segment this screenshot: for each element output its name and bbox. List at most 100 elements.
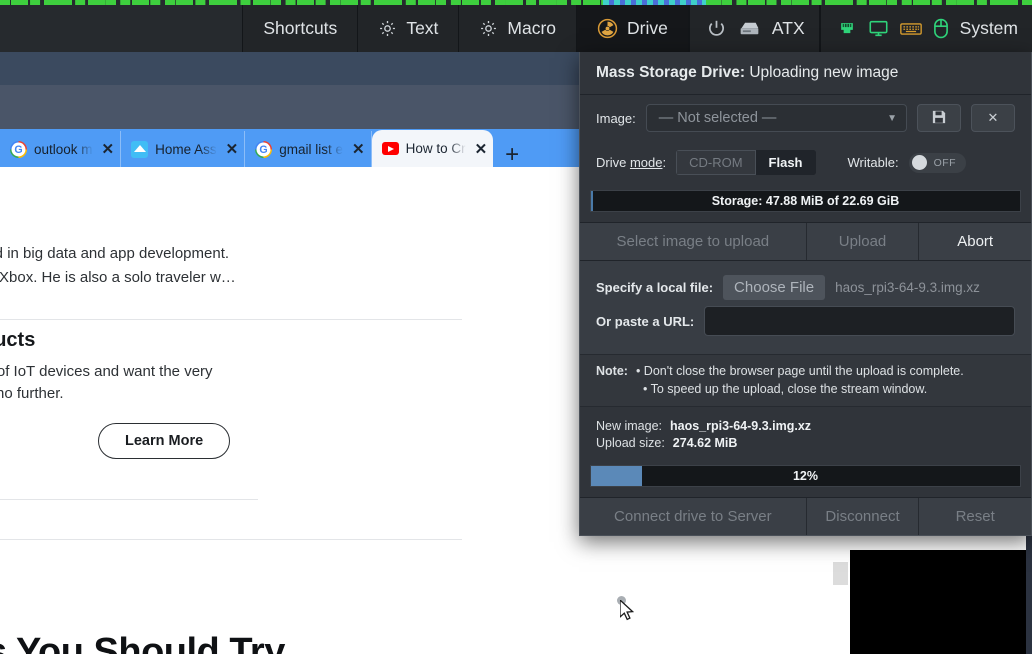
keyboard-icon	[899, 21, 922, 37]
storage-meter-wrap: Storage: 47.88 MiB of 22.69 GiB	[580, 184, 1031, 222]
gear-icon	[479, 19, 498, 38]
menu-item-macro[interactable]: Macro	[458, 5, 577, 52]
drive-mode-segmented-control: CD-ROM Flash	[676, 150, 816, 175]
select-image-to-upload-button[interactable]: Select image to upload	[580, 223, 807, 260]
gear-icon	[378, 19, 397, 38]
body-text-line-2: ok no further.	[0, 385, 64, 402]
chosen-file-name: haos_rpi3-64-9.3.img.xz	[835, 280, 980, 295]
save-image-button[interactable]	[917, 104, 961, 132]
tab-title: outlook m	[34, 141, 93, 157]
upload-size-label: Upload size:	[596, 436, 665, 450]
image-label: Image:	[596, 110, 636, 126]
network-port-icon	[837, 19, 857, 39]
url-input[interactable]	[704, 306, 1015, 336]
divider	[0, 499, 258, 500]
drive-mode-row: Drive mode: CD-ROM Flash Writable: OFF	[580, 141, 1031, 184]
connect-drive-button[interactable]: Connect drive to Server	[580, 498, 807, 535]
menu-item-shortcuts[interactable]: Shortcuts	[242, 5, 358, 52]
screen: outlook m ✕ Home Ass ✕ gmail list e ✕ Ho…	[0, 0, 1032, 654]
upload-notes: Note: • Don't close the browser page unt…	[580, 354, 1031, 407]
writable-toggle[interactable]: OFF	[908, 152, 967, 173]
browser-tab-home-assistant[interactable]: Home Ass ✕	[121, 131, 246, 167]
image-select-row: Image: — Not selected — ▼ ✕	[580, 95, 1031, 141]
learn-more-button[interactable]: Learn More	[98, 423, 231, 459]
drive-mode-cdrom-option[interactable]: CD-ROM	[676, 150, 756, 175]
menu-item-drive[interactable]: Drive	[576, 5, 689, 52]
storage-meter-fill	[591, 191, 594, 211]
cursor-arrow-icon	[620, 600, 635, 621]
disconnect-button[interactable]: Disconnect	[806, 498, 920, 535]
image-select-value: — Not selected —	[658, 110, 777, 126]
drive-mode-flash-option[interactable]: Flash	[755, 150, 816, 175]
upload-info: New image: haos_rpi3-64-9.3.img.xz Upload…	[580, 407, 1031, 459]
page-scrollbar-thumb[interactable]	[833, 562, 848, 585]
new-tab-button[interactable]: +	[493, 143, 531, 167]
toggle-knob	[911, 155, 927, 170]
tab-title: How to Cr	[405, 141, 466, 156]
new-image-value: haos_rpi3-64-9.3.img.xz	[670, 419, 812, 433]
menu-label: System	[959, 18, 1018, 38]
menu-label: Drive	[627, 18, 668, 38]
divider	[0, 319, 462, 320]
pikvm-menu-bar: Shortcuts Text Macro Drive ATX System	[0, 0, 1032, 52]
close-panel-button[interactable]: ✕	[971, 104, 1015, 132]
bio-text-line-2: the Xbox. He is also a solo traveler w…	[0, 269, 236, 286]
tab-title: Home Ass	[155, 141, 217, 157]
floppy-disk-icon	[932, 110, 946, 127]
local-file-row: Specify a local file: Choose File haos_r…	[596, 275, 1015, 300]
chevron-down-icon: ▼	[887, 112, 897, 124]
toggle-state-label: OFF	[933, 156, 957, 169]
embedded-video-player[interactable]	[850, 550, 1032, 654]
upload-button[interactable]: Upload	[806, 223, 920, 260]
menu-item-atx[interactable]: ATX	[688, 5, 820, 52]
menu-item-text[interactable]: Text	[357, 5, 459, 52]
new-image-row: New image: haos_rpi3-64-9.3.img.xz	[596, 419, 1015, 433]
panel-title: Mass Storage Drive: Uploading new image	[580, 52, 1031, 95]
upload-progress-label: 12%	[792, 469, 819, 483]
reset-button[interactable]: Reset	[919, 498, 1031, 535]
new-image-label: New image:	[596, 419, 662, 433]
image-select[interactable]: — Not selected — ▼	[645, 104, 907, 132]
storage-meter-label: Storage: 47.88 MiB of 22.69 GiB	[711, 194, 900, 208]
local-file-label: Specify a local file:	[596, 280, 714, 295]
tab-close-icon[interactable]: ✕	[352, 140, 365, 158]
home-assistant-icon	[131, 140, 149, 158]
menu-item-system[interactable]: System	[819, 5, 1032, 52]
article-heading: s You Should Try	[0, 631, 285, 654]
section-heading: ducts	[0, 329, 36, 351]
tab-close-icon[interactable]: ✕	[226, 140, 239, 158]
server-icon	[738, 20, 761, 38]
browser-tab-youtube-active[interactable]: How to Cr ✕	[371, 130, 494, 167]
mouse-icon	[933, 18, 949, 39]
browser-tab-outlook[interactable]: outlook m ✕	[0, 131, 122, 167]
note-first-line: Note: • Don't close the browser page unt…	[596, 364, 1015, 378]
power-icon	[706, 18, 727, 39]
drive-active-indicator	[603, 0, 706, 5]
note-label: Note:	[596, 364, 628, 378]
abort-button[interactable]: Abort	[919, 223, 1031, 260]
menubar-left-spacer	[0, 5, 242, 52]
upload-size-row: Upload size: 274.62 MiB	[596, 436, 1015, 450]
menu-label: Text	[406, 18, 439, 38]
google-icon	[255, 140, 273, 158]
divider	[0, 539, 462, 540]
progress-wrap: 12%	[580, 459, 1031, 497]
menu-label: Macro	[507, 18, 557, 38]
panel-title-bold: Mass Storage Drive:	[596, 64, 746, 81]
tab-close-icon[interactable]: ✕	[102, 140, 115, 158]
note-line-2: • To speed up the upload, close the stre…	[643, 382, 928, 396]
url-label: Or paste a URL:	[596, 313, 695, 329]
mouse-cursor	[617, 596, 639, 622]
browser-tab-gmail[interactable]: gmail list e ✕	[245, 131, 372, 167]
writable-label: Writable:	[847, 155, 899, 170]
menu-label: Shortcuts	[263, 18, 338, 38]
choose-file-button[interactable]: Choose File	[723, 275, 826, 300]
mass-storage-drive-panel: Mass Storage Drive: Uploading new image …	[579, 52, 1032, 536]
connection-buttons: Connect drive to Server Disconnect Reset	[580, 497, 1031, 535]
tab-close-icon[interactable]: ✕	[475, 140, 488, 158]
menu-label: ATX	[771, 18, 805, 38]
close-icon: ✕	[987, 110, 999, 125]
upload-progress-bar: 12%	[590, 465, 1021, 487]
storage-meter: Storage: 47.88 MiB of 22.69 GiB	[590, 190, 1021, 212]
drive-mode-label: Drive mode:	[596, 155, 667, 170]
